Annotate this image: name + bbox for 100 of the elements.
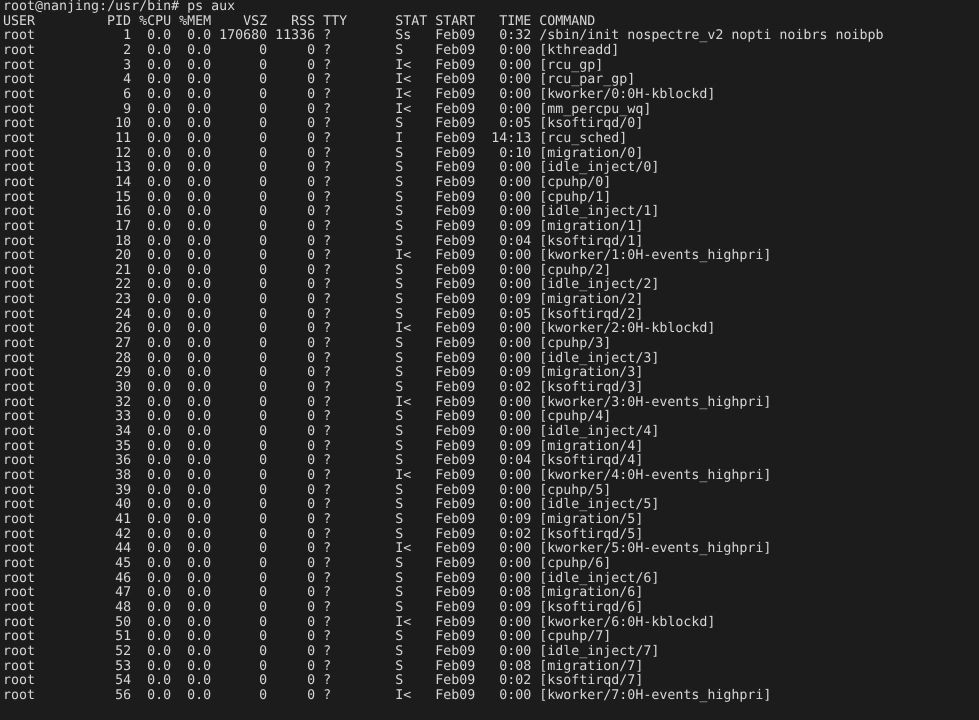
table-cell-text: ? [323, 278, 332, 293]
table-cell-text: ? [323, 102, 332, 117]
table-cell: ? [323, 674, 332, 689]
table-cell: root [3, 146, 36, 162]
table-cell: S [395, 630, 404, 645]
table-cell: 0 [259, 117, 268, 132]
table-cell-text: 0:00 [499, 352, 532, 366]
table-cell-text: 28 [115, 352, 132, 366]
table-cell-text: [migration/2] [539, 293, 644, 308]
table-cell: S [395, 586, 404, 601]
table-cell-text: ? [323, 352, 332, 366]
table-cell: 0:00 [499, 542, 532, 557]
table-cell-text: 0.0 [187, 484, 212, 498]
table-cell-text: 15 [115, 190, 132, 205]
table-cell-text: 0.0 [187, 396, 212, 410]
table-cell: 0.0 [187, 88, 212, 103]
table-cell: 0.0 [187, 542, 212, 557]
table-cell-text: I< [395, 616, 412, 630]
table-cell-text: 0:00 [499, 484, 532, 498]
table-cell: 0 [307, 132, 316, 147]
table-cell-text: ? [323, 484, 332, 498]
table-cell: 0 [259, 542, 268, 557]
table-cell: 0 [259, 161, 268, 176]
table-cell-text: ? [323, 616, 332, 630]
table-cell: root [3, 512, 36, 528]
table-cell: ? [323, 220, 332, 235]
table-cell: root [3, 396, 36, 410]
table-cell-text: [cpuhp/0] [539, 176, 612, 190]
table-cell: root [3, 161, 36, 176]
table-cell-text: 0.0 [147, 322, 172, 337]
table-cell: Feb09 [435, 688, 476, 704]
table-cell-text: 0.0 [187, 660, 212, 674]
table-cell: 0.0 [187, 176, 212, 191]
table-cell: ? [323, 542, 332, 557]
table-cell: ? [323, 556, 332, 572]
table-cell-text: ? [323, 528, 332, 542]
table-cell-text: 0 [259, 616, 268, 630]
table-cell: 0 [307, 556, 316, 572]
table-cell-text: 0 [307, 528, 316, 542]
table-cell-text: [cpuhp/3] [539, 337, 612, 352]
table-cell: root [3, 556, 36, 572]
table-cell-text: I< [395, 396, 412, 410]
table-cell-text: Feb09 [435, 161, 476, 176]
table-cell-text: 3 [123, 58, 132, 73]
table-cell-text: 0 [259, 278, 268, 293]
table-cell-text: [kworker/4:0H-events_highpri] [539, 469, 772, 484]
table-cell: S [395, 293, 404, 308]
table-cell-text: 0 [259, 234, 268, 249]
table-cell-text: 9 [123, 102, 132, 117]
table-cell: root [3, 132, 36, 147]
table-cell-text: 0.0 [147, 264, 172, 278]
table-cell-text: 33 [115, 410, 132, 425]
table-cell: 0 [307, 644, 316, 660]
table-cell: I< [395, 469, 412, 484]
table-cell: ? [323, 630, 332, 645]
table-cell: 0:00 [499, 205, 532, 220]
table-cell-text: [migration/1] [539, 220, 644, 234]
table-cell: 0.0 [147, 249, 172, 264]
table-cell-text: Feb09 [435, 293, 476, 308]
table-cell-text: 0.0 [187, 528, 212, 542]
table-cell: root [3, 425, 36, 440]
table-cell: 0 [307, 44, 316, 59]
table-cell: S [395, 556, 404, 572]
table-cell: 0.0 [187, 220, 212, 235]
table-cell: 14:13 [491, 132, 532, 147]
table-cell-text: 0 [307, 572, 316, 586]
table-cell: 0 [259, 688, 268, 704]
table-cell: 0.0 [147, 293, 172, 308]
table-cell-text: Feb09 [435, 630, 476, 644]
table-cell: 0 [259, 293, 268, 308]
table-cell-text: 0:00 [499, 572, 532, 586]
table-cell-text: [idle_inject/1] [539, 205, 660, 220]
table-cell: ? [323, 644, 332, 660]
table-cell: 0:00 [499, 556, 532, 572]
table-cell-text: Feb09 [435, 542, 476, 556]
table-cell-text: Feb09 [435, 249, 476, 264]
table-cell-text: 0 [307, 264, 316, 278]
table-cell: 0 [307, 469, 316, 484]
table-cell: 0 [259, 425, 268, 440]
table-cell-text: 0 [307, 102, 316, 117]
table-cell: 0 [259, 498, 268, 513]
table-cell-text: 0.0 [147, 190, 172, 205]
table-cell: 0:00 [499, 469, 532, 484]
table-cell: root [3, 688, 36, 704]
table-cell-text: 29 [115, 366, 132, 381]
table-cell: ? [323, 600, 332, 616]
table-cell-text: /sbin/init nospectre_v2 nopti noibrs noibpb [539, 29, 884, 44]
table-cell-text: 0:00 [499, 264, 532, 278]
table-cell-text: ? [323, 396, 332, 410]
table-cell-text: 0.0 [187, 58, 212, 73]
table-cell-text: 0 [307, 660, 316, 674]
table-cell-text: 0.0 [187, 410, 212, 425]
table-cell-text: 0 [307, 146, 316, 161]
table-cell-text: 32 [115, 396, 132, 410]
table-cell-text: 0.0 [187, 322, 212, 337]
table-cell: 0.0 [187, 498, 212, 513]
table-cell: 0 [307, 425, 316, 440]
table-cell: 0 [307, 88, 316, 103]
table-cell: 34 [115, 425, 132, 440]
table-cell-text: [migration/0] [539, 146, 644, 161]
